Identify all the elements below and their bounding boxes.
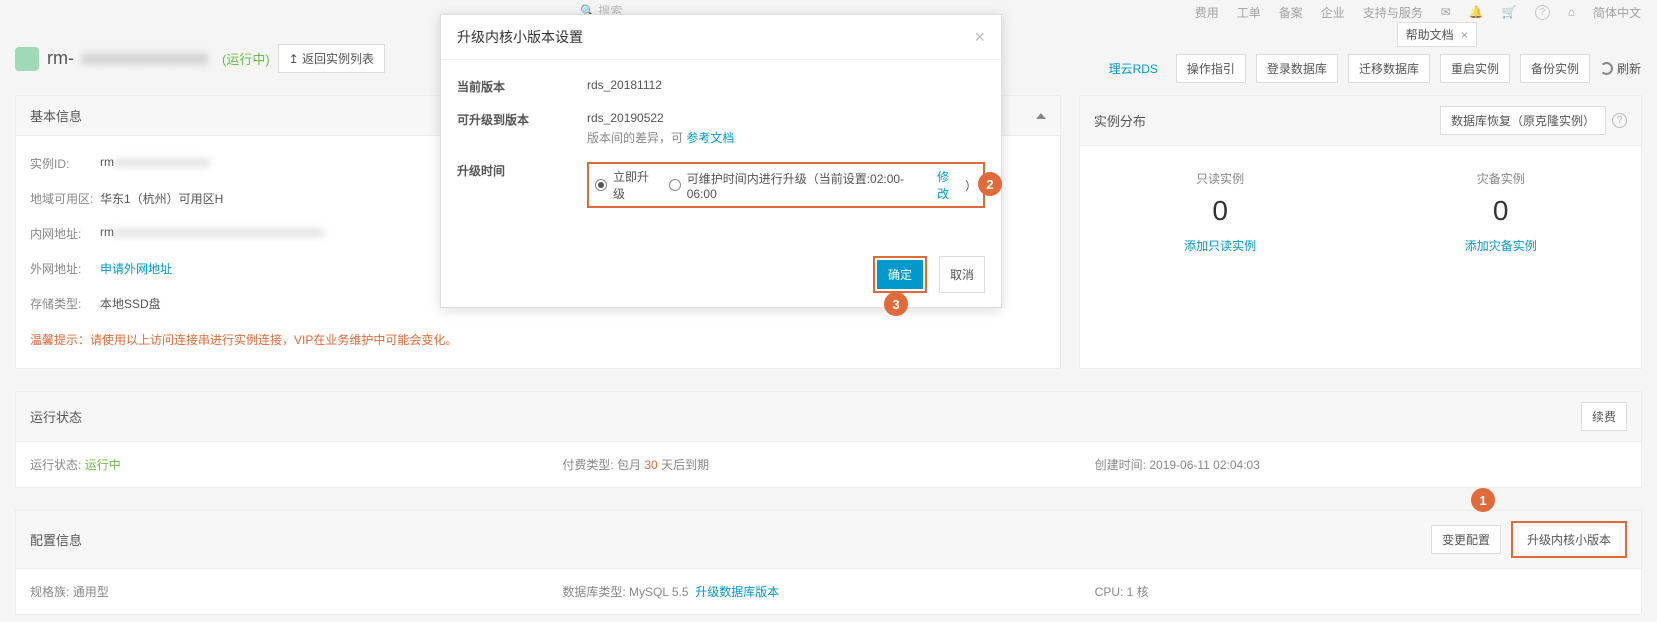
radio-maintenance-end: ） (965, 177, 977, 194)
modal-title: 升级内核小版本设置 (457, 27, 583, 47)
radio-maintenance-label: 可维护时间内进行升级（当前设置:02:00-06:00 (687, 170, 933, 201)
radio-immediate[interactable] (595, 179, 607, 191)
upgrade-kernel-modal: 升级内核小版本设置 × 当前版本 rds_20181112 可升级到版本 rds… (440, 14, 1002, 308)
new-version-label: 可升级到版本 (457, 111, 587, 128)
reference-doc-link[interactable]: 参考文档 (686, 131, 734, 145)
close-icon[interactable]: × (974, 28, 985, 46)
radio-immediate-label: 立即升级 (613, 168, 661, 202)
upgrade-time-label: 升级时间 (457, 162, 587, 179)
new-version-sub: 版本间的差异，可 (587, 131, 683, 145)
modify-window-link[interactable]: 修改 (937, 168, 961, 202)
cancel-button[interactable]: 取消 (939, 256, 985, 293)
confirm-button[interactable]: 确定 (877, 260, 923, 289)
upgrade-time-options: 立即升级 可维护时间内进行升级（当前设置:02:00-06:00 修改 ） (587, 162, 985, 208)
current-version-label: 当前版本 (457, 78, 587, 95)
radio-maintenance[interactable] (669, 179, 681, 191)
current-version-value: rds_20181112 (587, 78, 985, 92)
callout-2: 2 (978, 172, 1002, 196)
callout-3: 3 (884, 292, 908, 316)
new-version-value: rds_20190522 (587, 111, 985, 125)
